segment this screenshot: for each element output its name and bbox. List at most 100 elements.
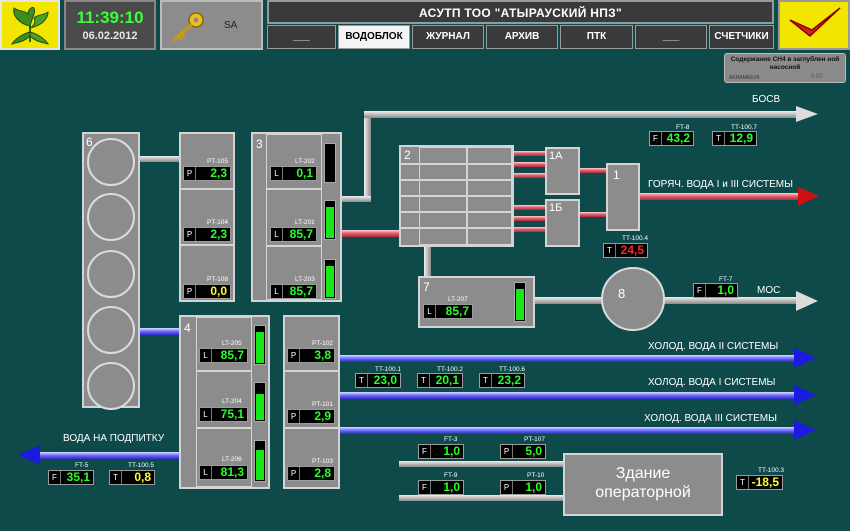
ft9-readout[interactable]: F 1,0 [418, 480, 464, 495]
lt203-level-fill [326, 266, 334, 297]
lt205-level-bar [254, 325, 266, 365]
tt1001-readout[interactable]: T 23,0 [355, 373, 401, 388]
unit-4-number: 4 [184, 321, 191, 335]
tt1002-value: 20,1 [435, 373, 459, 387]
pt104-readout[interactable]: P 2,3 [183, 227, 231, 242]
pt10-type: P [501, 481, 513, 494]
divider [401, 195, 512, 197]
user-login-button[interactable]: SA [160, 0, 263, 50]
ft9-value: 1,0 [443, 480, 460, 494]
tab-blank-1[interactable]: ___ [267, 25, 336, 49]
tt1004-tag: TT-100.4 [622, 235, 649, 242]
tab-zhurnal[interactable]: ЖУРНАЛ [412, 25, 484, 49]
pipe-building-top [399, 461, 564, 467]
current-user: SA [224, 20, 238, 31]
pt101-readout[interactable]: P 2,9 [287, 409, 335, 424]
line-label-makeup: ВОДА НА ПОДПИТКУ [63, 433, 165, 444]
ch4-id: AKHAMKEVII [729, 75, 760, 81]
operator-building-line2: операторной [595, 484, 691, 501]
tank-6-1[interactable] [87, 138, 135, 186]
ft8a-value: 43,2 [666, 131, 690, 145]
ft7-readout[interactable]: F 1,0 [693, 283, 738, 298]
ft8a-readout[interactable]: F 43,2 [649, 131, 694, 146]
pt103-readout[interactable]: P 2,8 [287, 466, 335, 481]
divider [401, 179, 512, 181]
lt201-level-bar [324, 200, 336, 240]
lt207-level-fill [516, 289, 524, 320]
pt101-value: 2,9 [314, 409, 331, 423]
lt207-type: L [424, 305, 436, 318]
title-bar: АСУТП ТОО "АТЫРАУСКИЙ НПЗ" [267, 0, 774, 24]
tt1004-readout[interactable]: T 24,5 [603, 243, 648, 258]
divider [285, 427, 338, 429]
tt1003-readout[interactable]: T -18,5 [736, 475, 783, 490]
lt205-readout[interactable]: L 85,7 [199, 348, 248, 363]
tab-ptk[interactable]: ПТК [560, 25, 633, 49]
lt204-tag: LT-204 [222, 398, 242, 405]
acknowledge-button[interactable] [778, 0, 850, 50]
tt1006-tag: TT-100.6 [499, 366, 526, 373]
lt204-readout[interactable]: L 75,1 [199, 407, 248, 422]
tank-6-5[interactable] [87, 362, 135, 410]
pt101-tag: PT-101 [312, 401, 333, 408]
lt201-readout[interactable]: L 85,7 [270, 227, 317, 242]
pipe-hot-1b-1 [579, 212, 607, 217]
pt105-type: P [184, 167, 196, 180]
ch4-title: Содержание CH4 в заглублен ной насосной [730, 56, 840, 71]
pt107-readout[interactable]: P 5,0 [500, 444, 546, 459]
pt107-type: P [501, 445, 513, 458]
lt204-value: 75,1 [220, 407, 244, 421]
pipe-makeup [40, 452, 181, 459]
tab-arhiv[interactable]: АРХИВ [486, 25, 558, 49]
ft5-readout[interactable]: F 35,1 [48, 470, 94, 485]
tt1006-type: T [480, 374, 492, 387]
pipe-2-7 [424, 247, 431, 277]
tank-6-4[interactable] [87, 306, 135, 354]
lt203-tag: LT-203 [295, 276, 315, 283]
lt204-type: L [200, 408, 212, 421]
tank-6-2[interactable] [87, 193, 135, 241]
pt10-readout[interactable]: P 1,0 [500, 480, 546, 495]
ft7-tag: FT-7 [719, 276, 733, 283]
tt1002-type: T [418, 374, 430, 387]
pipe-hot-2-1a-c [513, 173, 547, 178]
pipe-bosv-horizontal [364, 111, 798, 118]
tt1005-value: 0,8 [134, 470, 151, 484]
pipe-tank6-link [138, 156, 181, 162]
pipe-cold-1 [339, 392, 796, 399]
tab-schetchiki[interactable]: СЧЕТЧИКИ [709, 25, 774, 49]
pt105-readout[interactable]: P 2,3 [183, 166, 231, 181]
pt108-tag: PT-108 [207, 276, 228, 283]
unit-1[interactable] [606, 163, 640, 231]
divider [181, 188, 233, 190]
pipe-bosv-vertical [364, 114, 371, 202]
ft5-tag: FT-5 [75, 462, 89, 469]
tt1005-readout[interactable]: T 0,8 [109, 470, 155, 485]
pt108-readout[interactable]: P 0,0 [183, 284, 231, 299]
lt207-readout[interactable]: L 85,7 [423, 304, 473, 319]
ft3-readout[interactable]: F 1,0 [418, 444, 464, 459]
tab-blank-2[interactable]: ___ [635, 25, 707, 49]
tt1007-readout[interactable]: T 12,9 [712, 131, 757, 146]
tt1006-readout[interactable]: T 23,2 [479, 373, 525, 388]
tt1002-tag: TT-100.2 [437, 366, 464, 373]
tt1002-readout[interactable]: T 20,1 [417, 373, 463, 388]
lt203-readout[interactable]: L 85,7 [270, 284, 317, 299]
ft3-value: 1,0 [443, 444, 460, 458]
line-label-cold1: ХОЛОД. ВОДА I СИСТЕМЫ [648, 377, 776, 388]
pt102-readout[interactable]: P 3,8 [287, 348, 335, 363]
lt202-readout[interactable]: L 0,1 [270, 166, 317, 181]
ft3-type: F [419, 445, 431, 458]
tab-vodoblok[interactable]: ВОДОБЛОК [338, 25, 410, 49]
pt103-tag: PT-103 [312, 458, 333, 465]
clock-panel: 11:39:10 06.02.2012 [64, 0, 156, 50]
tt1001-tag: TT-100.1 [375, 366, 402, 373]
unit-1a-number: 1А [549, 150, 563, 162]
ft8a-tag: FT-8 [676, 124, 690, 131]
ch4-panel[interactable]: Содержание CH4 в заглублен ной насосной … [724, 53, 846, 83]
tank-6-3[interactable] [87, 250, 135, 298]
unit-8-pump[interactable] [601, 267, 665, 331]
line-label-cold2: ХОЛОД. ВОДА II СИСТЕМЫ [648, 341, 779, 352]
lt206-readout[interactable]: L 81,3 [199, 465, 248, 480]
tt1004-value: 24,5 [620, 243, 644, 257]
